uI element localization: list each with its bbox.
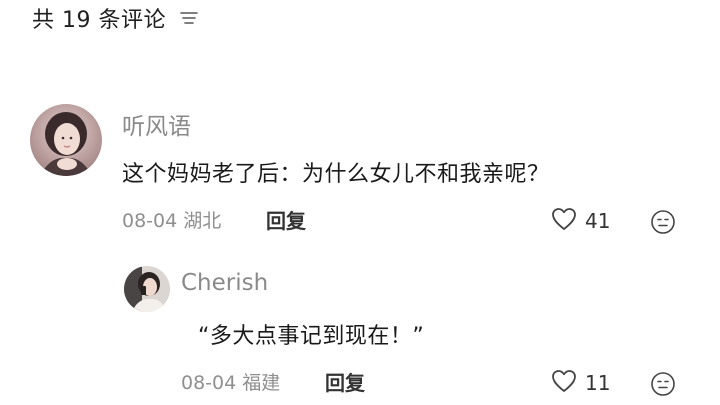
heart-outline-icon — [551, 369, 577, 397]
emoji-face-icon[interactable] — [650, 209, 676, 239]
comment-username[interactable]: Cherish — [181, 270, 268, 296]
comment-date: 08-04 — [122, 210, 178, 232]
avatar[interactable] — [124, 266, 170, 312]
comment-date: 08-04 — [181, 372, 237, 394]
comment-location: 湖北 — [183, 210, 222, 232]
emoji-face-icon[interactable] — [650, 371, 676, 401]
heart-outline-icon — [551, 207, 577, 235]
comment-count-title: 共 19 条评论 — [32, 8, 166, 33]
reply-button[interactable]: 回复 — [325, 367, 365, 396]
like-button[interactable]: 41 — [551, 207, 610, 235]
like-button[interactable]: 11 — [551, 369, 610, 397]
comment-location: 福建 — [242, 372, 281, 394]
like-count: 11 — [585, 371, 611, 395]
avatar[interactable] — [30, 104, 102, 176]
comment-text: “多大点事记到现在！” — [198, 324, 425, 349]
comment-meta: 08-04 湖北 — [122, 206, 221, 233]
comments-header: 共 19 条评论 — [32, 2, 198, 34]
sort-lines-icon[interactable] — [180, 10, 198, 26]
like-count: 41 — [585, 209, 611, 233]
reply-button[interactable]: 回复 — [266, 205, 306, 234]
comment-username[interactable]: 听风语 — [122, 107, 191, 141]
comment-meta: 08-04 福建 — [181, 368, 280, 395]
comment-text: 这个妈妈老了后：为什么女儿不和我亲呢？ — [122, 162, 550, 187]
